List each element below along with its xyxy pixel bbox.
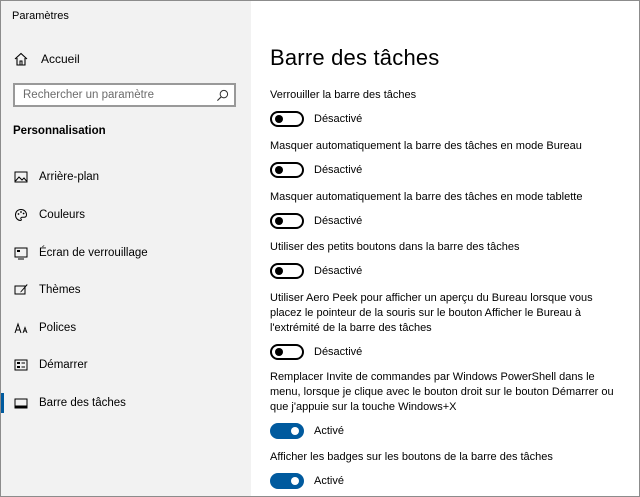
start-icon [13,357,29,373]
toggle-state-label: Désactivé [314,346,363,358]
window-title: Paramètres [12,10,69,22]
setting-badges: Afficher les badges sur les boutons de l… [270,450,625,489]
toggle-switch[interactable] [270,111,304,127]
lock-taskbar-toggle-row[interactable]: Désactivé [270,111,625,127]
sidebar-item-label: Polices [39,322,77,334]
toggle-knob [275,217,283,225]
toggle-state-label: Désactivé [314,265,363,277]
taskbar-icon [13,395,29,411]
picture-icon [13,169,29,185]
setting-lock-taskbar: Verrouiller la barre des tâches Désactiv… [270,88,625,127]
setting-small-buttons: Utiliser des petits boutons dans la barr… [270,240,625,279]
sidebar-item-themes[interactable]: Thèmes [1,275,251,305]
toggle-knob [291,427,299,435]
search-input[interactable] [15,88,215,102]
setting-powershell: Remplacer Invite de commandes par Window… [270,370,625,439]
brush-icon [13,282,29,298]
setting-aero-peek: Utiliser Aero Peek pour afficher un aper… [270,291,625,360]
sidebar-item-colors[interactable]: Couleurs [1,200,251,230]
home-nav-item[interactable]: Accueil [13,48,80,70]
toggle-knob [275,166,283,174]
sidebar-item-fonts[interactable]: Polices [1,313,251,343]
sidebar-item-lock-screen[interactable]: Écran de verrouillage [1,238,251,268]
setting-description: Masquer automatiquement la barre des tâc… [270,191,583,203]
setting-description: Utiliser des petits boutons dans la barr… [270,241,520,253]
setting-autohide-tablet: Masquer automatiquement la barre des tâc… [270,190,625,229]
small-buttons-toggle-row[interactable]: Désactivé [270,263,625,279]
toggle-state-label: Activé [314,475,344,487]
sidebar-item-label: Couleurs [39,209,86,221]
toggle-state-label: Activé [314,425,344,437]
sidebar-item-label: Démarrer [39,359,88,371]
toggle-knob [275,267,283,275]
home-label: Accueil [41,52,80,66]
settings-window: Paramètres Accueil Personnalisation Arri… [0,0,640,497]
main-content: Barre des tâches Verrouiller la barre de… [251,1,639,496]
sidebar-item-label: Barre des tâches [39,397,126,409]
badges-toggle-row[interactable]: Activé [270,473,625,489]
toggle-switch[interactable] [270,162,304,178]
search-icon[interactable] [216,89,229,102]
lock-screen-icon [13,245,29,261]
sidebar-item-label: Écran de verrouillage [39,247,148,259]
sidebar-item-start[interactable]: Démarrer [1,350,251,380]
toggle-knob [291,477,299,485]
autohide-tablet-toggle-row[interactable]: Désactivé [270,213,625,229]
home-icon [14,52,28,66]
toggle-switch[interactable] [270,263,304,279]
toggle-switch[interactable] [270,213,304,229]
sidebar: Paramètres Accueil Personnalisation Arri… [1,1,251,496]
sidebar-item-taskbar[interactable]: Barre des tâches [1,388,251,418]
toggle-switch[interactable] [270,423,304,439]
toggle-switch[interactable] [270,344,304,360]
active-indicator [1,393,4,413]
powershell-toggle-row[interactable]: Activé [270,423,625,439]
sidebar-item-label: Thèmes [39,284,81,296]
section-title: Personnalisation [13,125,106,137]
search-box[interactable] [13,83,236,107]
toggle-switch[interactable] [270,473,304,489]
aero-peek-toggle-row[interactable]: Désactivé [270,344,625,360]
setting-description: Afficher les badges sur les boutons de l… [270,451,553,463]
setting-description: Verrouiller la barre des tâches [270,89,417,101]
sidebar-item-label: Arrière-plan [39,171,100,183]
font-icon [13,320,29,336]
palette-icon [13,207,29,223]
toggle-state-label: Désactivé [314,113,363,125]
autohide-desktop-toggle-row[interactable]: Désactivé [270,162,625,178]
setting-autohide-desktop: Masquer automatiquement la barre des tâc… [270,139,625,178]
sidebar-item-background[interactable]: Arrière-plan [1,162,251,192]
page-title: Barre des tâches [270,45,440,70]
toggle-knob [275,115,283,123]
toggle-state-label: Désactivé [314,215,363,227]
setting-description: Utiliser Aero Peek pour afficher un aper… [270,292,593,334]
toggle-knob [275,348,283,356]
setting-description: Remplacer Invite de commandes par Window… [270,371,614,413]
toggle-state-label: Désactivé [314,164,363,176]
setting-description: Masquer automatiquement la barre des tâc… [270,140,582,152]
